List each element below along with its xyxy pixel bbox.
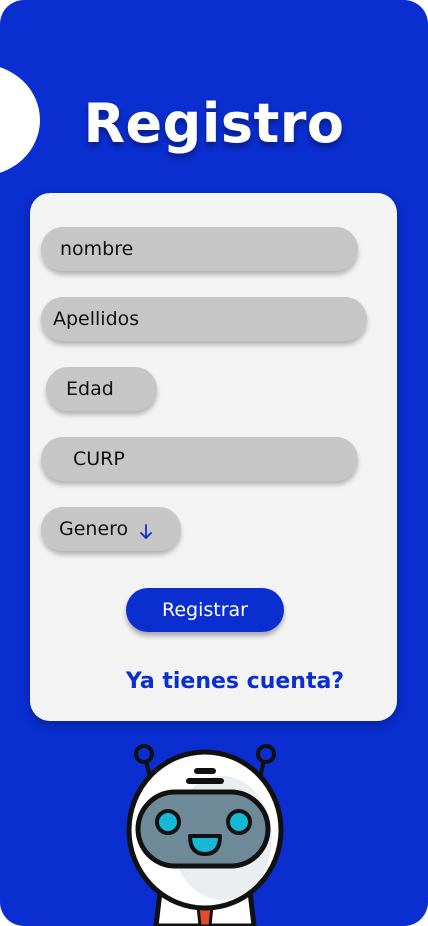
apellidos-field-label: Apellidos <box>53 308 140 330</box>
page-title-text: Registro <box>83 92 345 155</box>
edad-field[interactable]: Edad <box>46 367 157 411</box>
registrar-button[interactable]: Registrar <box>126 588 284 632</box>
edad-field-label: Edad <box>66 378 114 400</box>
registration-screen: Registro nombre Apellidos Edad CURP Gene… <box>0 0 428 926</box>
curp-field[interactable]: CURP <box>41 437 358 481</box>
login-link[interactable]: Ya tienes cuenta? <box>90 669 380 694</box>
registration-card: nombre Apellidos Edad CURP Genero Regist… <box>30 193 397 721</box>
arrow-down-icon <box>140 524 153 539</box>
registrar-button-label: Registrar <box>162 599 248 621</box>
apellidos-field[interactable]: Apellidos <box>41 297 367 341</box>
curp-field-label: CURP <box>73 448 125 470</box>
nombre-field-label: nombre <box>60 238 134 260</box>
genero-select[interactable]: Genero <box>41 507 181 551</box>
nombre-field[interactable]: nombre <box>41 227 358 271</box>
page-title: Registro <box>0 92 428 155</box>
robot-mascot-icon <box>126 744 284 926</box>
genero-select-label: Genero <box>59 518 129 540</box>
